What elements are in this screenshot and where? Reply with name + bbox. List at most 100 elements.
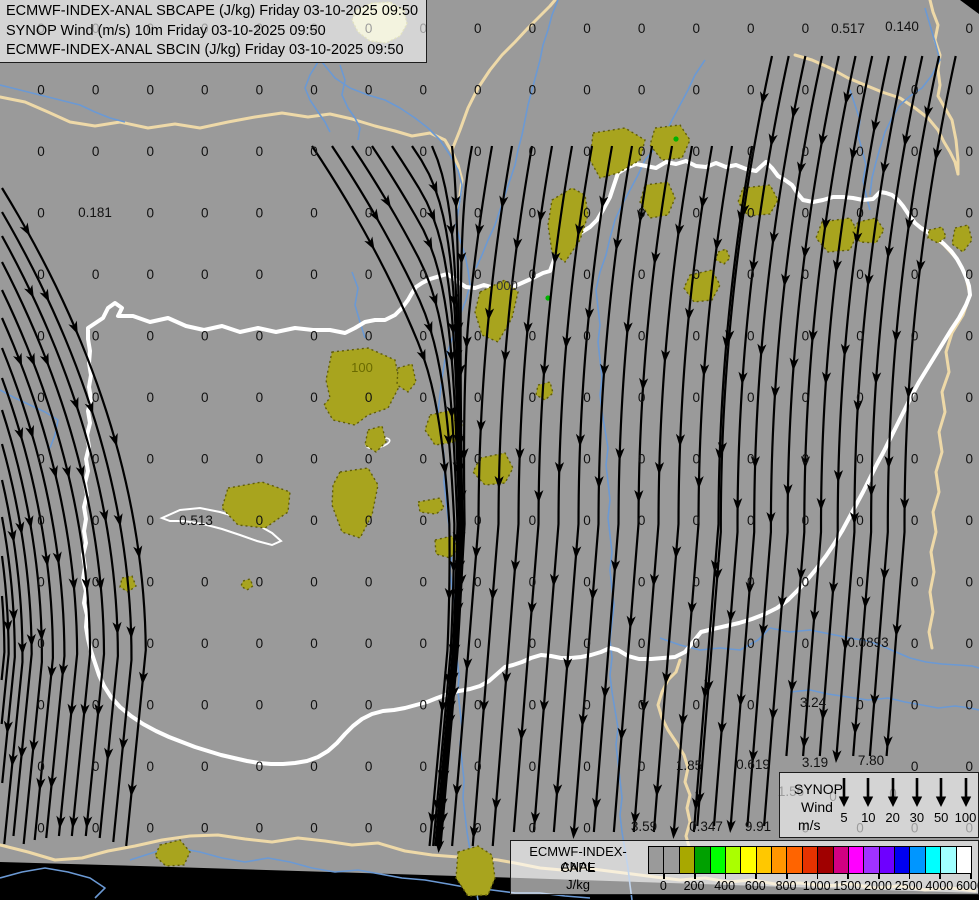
- cape-tick-label: 800: [775, 879, 797, 893]
- value-label-zero: 0: [911, 452, 919, 467]
- value-label-zero: 0: [92, 821, 100, 836]
- value-label-zero: 0: [583, 329, 591, 344]
- value-label-zero: 0: [365, 390, 373, 405]
- cape-colorbar-cell: [924, 847, 941, 873]
- value-label-zero: 0: [419, 144, 427, 159]
- down-arrow-icon: [838, 778, 850, 807]
- down-arrow-icon: [887, 778, 898, 807]
- value-label-zero: 0: [146, 452, 154, 467]
- value-label-zero: 0: [146, 329, 154, 344]
- value-label-zero: 0: [529, 21, 537, 36]
- value-label-zero: 0: [310, 759, 318, 774]
- value-label-zero: 0: [146, 513, 154, 528]
- value-label-zero: 0: [92, 759, 100, 774]
- contour-label: 000: [496, 278, 518, 293]
- value-label-zero: 0: [256, 267, 264, 282]
- value-label-zero: 0: [310, 329, 318, 344]
- wind-legend-unit: m/s: [798, 817, 821, 833]
- value-label-zero: 0: [365, 267, 373, 282]
- value-label-zero: 0: [911, 83, 919, 98]
- value-label-zero: 0: [37, 636, 45, 651]
- value-label-zero: 0: [638, 452, 646, 467]
- value-label-zero: 0: [856, 144, 864, 159]
- value-label-zero: 0: [747, 144, 755, 159]
- value-label-zero: 0: [911, 698, 919, 713]
- value-label-zero: 0: [37, 821, 45, 836]
- value-label-zero: 0: [201, 698, 209, 713]
- value-label-zero: 0: [747, 267, 755, 282]
- value-label-zero: 0: [37, 513, 45, 528]
- value-label-zero: 0: [747, 575, 755, 590]
- contour-label: 100: [351, 360, 373, 375]
- cape-tick-label: 200: [683, 879, 705, 893]
- cape-colorbar-cell: [832, 847, 848, 873]
- cape-colorbar-cell: [663, 847, 679, 873]
- value-label-zero: 0: [37, 144, 45, 159]
- value-label-zero: 0: [747, 83, 755, 98]
- value-label-zero: 0: [146, 759, 154, 774]
- value-label-zero: 0: [201, 83, 209, 98]
- value-label: 3.19: [802, 755, 828, 770]
- value-label-zero: 0: [146, 821, 154, 836]
- cape-colorbar-cell: [847, 847, 864, 873]
- wind-speed-label: 100: [954, 810, 977, 825]
- value-label-zero: 0: [474, 21, 482, 36]
- value-label-zero: 0: [638, 21, 646, 36]
- wind-scale-item: 50: [929, 777, 953, 825]
- cape-colorbar-cell: [724, 847, 741, 873]
- value-label-zero: 0: [365, 575, 373, 590]
- value-label-zero: 0: [474, 329, 482, 344]
- value-label-zero: 0: [965, 452, 973, 467]
- value-label-zero: 0: [146, 636, 154, 651]
- value-label-zero: 0: [92, 698, 100, 713]
- wind-scale-item: 5: [832, 777, 856, 825]
- value-label-zero: 0: [802, 267, 810, 282]
- cape-colorbar-cell: [863, 847, 879, 873]
- value-label: 3.59: [631, 819, 657, 834]
- value-label-zero: 0: [529, 513, 537, 528]
- title-line-sbcape: ECMWF-INDEX-ANAL SBCAPE (J/kg) Friday 03…: [6, 3, 419, 19]
- value-label-zero: 0: [201, 267, 209, 282]
- wind-scale-item: 10: [856, 777, 880, 825]
- cape-high-spot: [673, 136, 679, 142]
- value-label-zero: 0: [583, 452, 591, 467]
- value-label-zero: 0: [965, 144, 973, 159]
- value-label-zero: 0: [583, 390, 591, 405]
- value-label-zero: 0: [201, 575, 209, 590]
- value-label-zero: 0: [474, 575, 482, 590]
- title-line-sbcin: ECMWF-INDEX-ANAL SBCIN (J/kg) Friday 03-…: [6, 42, 404, 58]
- value-label-zero: 0: [638, 267, 646, 282]
- value-label-zero: 0: [419, 452, 427, 467]
- value-label-zero: 0: [802, 144, 810, 159]
- value-label-zero: 0: [692, 636, 700, 651]
- value-label-zero: 0: [911, 390, 919, 405]
- value-label-zero: 0: [802, 636, 810, 651]
- value-label-zero: 0: [201, 821, 209, 836]
- value-label-zero: 0: [256, 698, 264, 713]
- value-label-zero: 0: [856, 390, 864, 405]
- value-label-zero: 0: [256, 575, 264, 590]
- value-label-zero: 0: [474, 759, 482, 774]
- cape-colorbar: [648, 846, 972, 874]
- value-label-zero: 0: [965, 636, 973, 651]
- value-label-zero: 0: [692, 329, 700, 344]
- cape-colorbar-cell: [694, 847, 710, 873]
- value-label: 0.513: [179, 513, 213, 528]
- wind-speed-label: 20: [885, 810, 900, 825]
- cape-colorbar-cell: [894, 847, 910, 873]
- value-label-zero: 0: [638, 144, 646, 159]
- value-label-zero: 0: [638, 206, 646, 221]
- value-label-zero: 0: [965, 21, 973, 36]
- value-label-zero: 0: [529, 636, 537, 651]
- value-label-zero: 0: [474, 636, 482, 651]
- value-label-zero: 0: [856, 575, 864, 590]
- wind-speed-label: 30: [909, 810, 925, 825]
- value-label-zero: 0: [201, 206, 209, 221]
- value-label-zero: 0: [310, 144, 318, 159]
- value-label-zero: 0: [692, 206, 700, 221]
- wind-legend-subtitle: Wind: [801, 799, 833, 815]
- cape-tick-label: 6000: [956, 879, 979, 893]
- value-label-zero: 0: [201, 144, 209, 159]
- cape-tick-label: 4000: [925, 879, 954, 893]
- value-label-zero: 0: [692, 83, 700, 98]
